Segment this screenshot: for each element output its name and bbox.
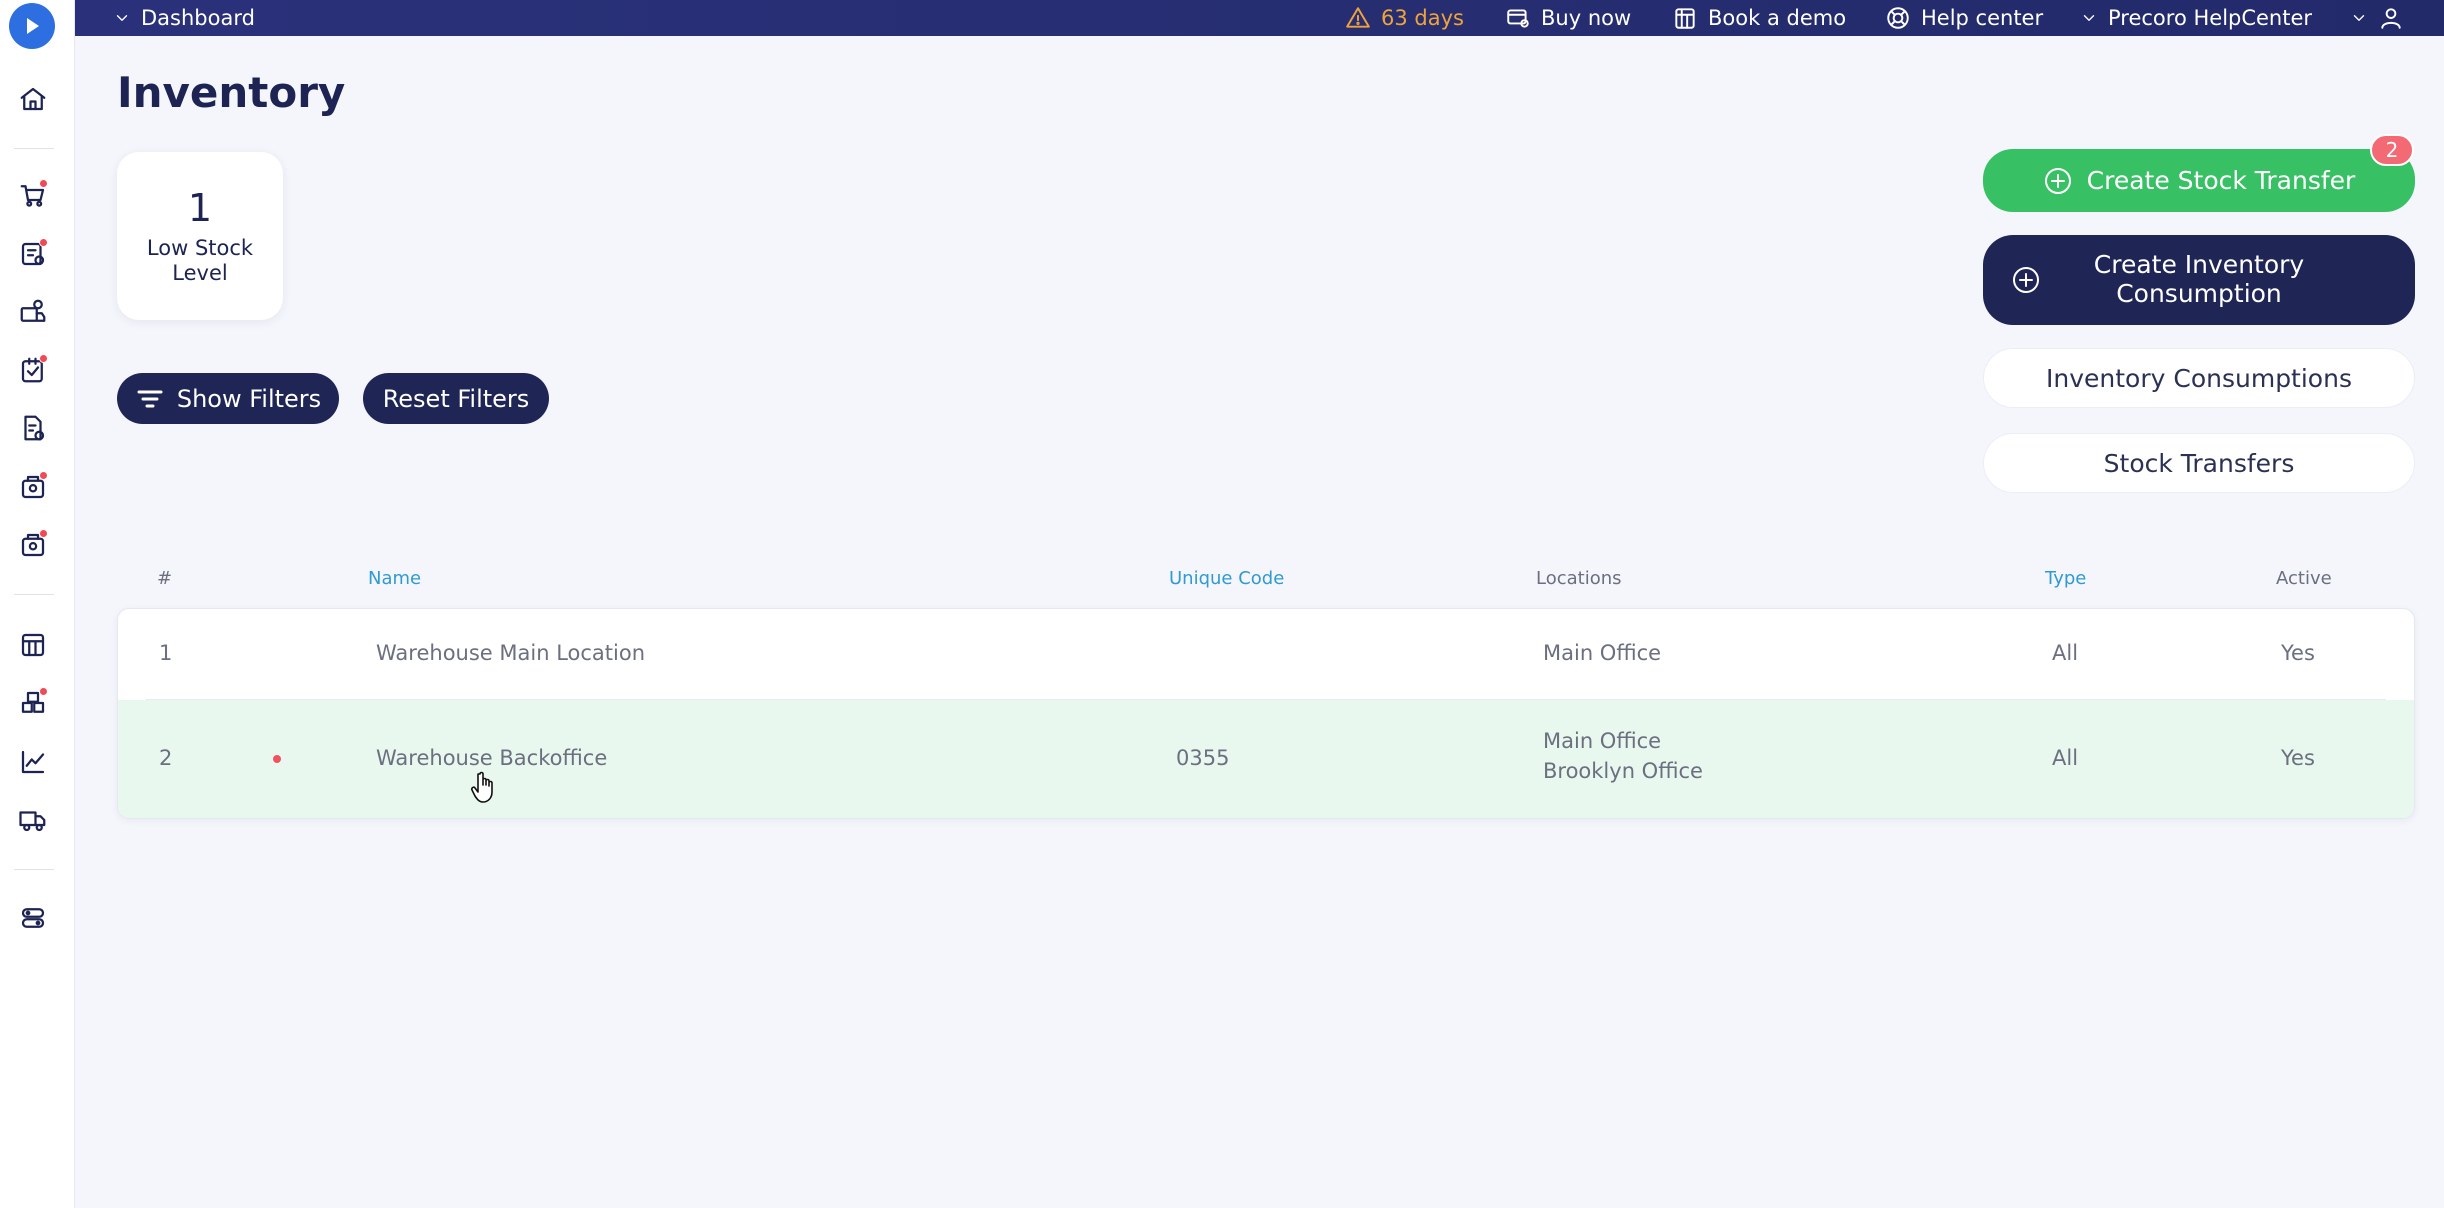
sidebar-divider xyxy=(14,869,54,870)
row-active: Yes xyxy=(2281,641,2315,665)
low-stock-card[interactable]: 1 Low Stock Level xyxy=(117,152,283,320)
low-stock-label: Low Stock Level xyxy=(146,235,254,285)
invoices-icon[interactable] xyxy=(16,470,50,504)
notification-dot xyxy=(39,179,48,188)
create-inventory-consumption-button[interactable]: Create Inventory Consumption xyxy=(1983,235,2415,325)
payments-icon[interactable] xyxy=(16,528,50,562)
reset-filters-label: Reset Filters xyxy=(382,384,530,413)
buy-now-label: Buy now xyxy=(1541,6,1632,30)
company-label: Precoro HelpCenter xyxy=(2108,6,2313,30)
chevron-down-icon xyxy=(2353,15,2365,21)
table-row[interactable]: 2 Warehouse Backoffice 0355 Main Office … xyxy=(118,700,2414,818)
trial-days-label: 63 days xyxy=(1381,6,1464,30)
logo[interactable] xyxy=(9,3,55,49)
user-menu[interactable] xyxy=(2350,0,2404,36)
home-icon[interactable] xyxy=(16,82,50,116)
sidebar-divider xyxy=(14,594,54,595)
lifebuoy-icon xyxy=(1887,7,1909,29)
page-title: Inventory xyxy=(117,68,346,117)
help-center-link[interactable]: Help center xyxy=(1885,0,2043,36)
inventory-consumptions-button[interactable]: Inventory Consumptions xyxy=(1983,348,2415,408)
show-filters-label: Show Filters xyxy=(176,384,322,413)
company-switcher[interactable]: Precoro HelpCenter xyxy=(2080,0,2312,36)
budgets-icon[interactable] xyxy=(16,628,50,662)
column-header-number: # xyxy=(157,568,173,589)
inventory-consumptions-label: Inventory Consumptions xyxy=(2046,363,2352,393)
row-type: All xyxy=(2052,641,2079,665)
help-center-label: Help center xyxy=(1921,6,2044,30)
row-type: All xyxy=(2052,746,2079,770)
row-location: Brooklyn Office xyxy=(1543,759,1703,783)
chevron-down-icon xyxy=(116,15,128,21)
plus-circle-icon xyxy=(2013,267,2039,293)
requests-icon[interactable] xyxy=(16,237,50,271)
chevron-down-icon xyxy=(2083,15,2095,21)
dashboard-label: Dashboard xyxy=(141,6,255,30)
analytics-icon[interactable] xyxy=(16,745,50,779)
plus-circle-icon xyxy=(2044,167,2071,194)
low-stock-count: 1 xyxy=(187,185,213,230)
book-demo-label: Book a demo xyxy=(1708,6,1847,30)
trial-days[interactable]: 63 days xyxy=(1345,0,1464,36)
create-inventory-consumption-label: Create Inventory Consumption xyxy=(2093,250,2305,308)
filter-icon xyxy=(137,390,163,407)
row-location: Main Office xyxy=(1543,729,1662,753)
stock-transfers-button[interactable]: Stock Transfers xyxy=(1983,433,2415,493)
warning-icon xyxy=(1346,7,1370,28)
top-bar: Dashboard 63 days Buy now Book a demo He… xyxy=(75,0,2444,36)
delivery-icon[interactable] xyxy=(16,803,50,837)
row-name: Warehouse Backoffice xyxy=(376,746,608,770)
row-location: Main Office xyxy=(1543,641,1662,665)
book-demo-link[interactable]: Book a demo xyxy=(1672,0,1846,36)
table-row[interactable]: 1 Warehouse Main Location Main Office Al… xyxy=(118,609,2414,699)
notification-dot xyxy=(39,354,48,363)
create-stock-transfer-label: Create Stock Transfer xyxy=(2086,166,2356,195)
card-icon xyxy=(1507,9,1529,28)
column-header-type[interactable]: Type xyxy=(2045,568,2086,589)
documents-icon[interactable] xyxy=(16,411,50,445)
user-icon xyxy=(2381,8,2401,29)
row-number: 2 xyxy=(159,746,173,770)
row-unique-code: 0355 xyxy=(1176,746,1230,770)
hand-cursor-icon xyxy=(471,771,493,803)
stock-transfers-label: Stock Transfers xyxy=(2103,448,2295,478)
buy-now-link[interactable]: Buy now xyxy=(1505,0,1631,36)
show-filters-button[interactable]: Show Filters xyxy=(117,373,339,424)
sidebar xyxy=(0,0,75,1208)
reset-filters-button[interactable]: Reset Filters xyxy=(363,373,549,424)
settings-icon[interactable] xyxy=(16,901,50,935)
cart-icon[interactable] xyxy=(16,178,50,212)
low-stock-indicator xyxy=(273,755,281,763)
stock-transfer-badge: 2 xyxy=(2370,134,2414,166)
approvals-icon[interactable] xyxy=(16,353,50,387)
play-logo-icon xyxy=(27,18,39,34)
notification-dot xyxy=(39,529,48,538)
column-header-locations: Locations xyxy=(1536,568,1622,589)
column-header-active: Active xyxy=(2276,568,2332,589)
notification-dot xyxy=(39,687,48,696)
inventory-icon[interactable] xyxy=(16,686,50,720)
column-header-name[interactable]: Name xyxy=(368,568,421,589)
dashboard-menu[interactable]: Dashboard xyxy=(113,0,255,36)
row-active: Yes xyxy=(2281,746,2315,770)
notification-dot xyxy=(39,238,48,247)
row-number: 1 xyxy=(159,641,173,665)
row-name: Warehouse Main Location xyxy=(376,641,646,665)
notification-dot xyxy=(39,471,48,480)
create-stock-transfer-button[interactable]: Create Stock Transfer xyxy=(1983,149,2415,212)
sidebar-divider xyxy=(14,148,54,149)
inventory-table: 1 Warehouse Main Location Main Office Al… xyxy=(117,608,2415,819)
column-header-unique-code[interactable]: Unique Code xyxy=(1169,568,1284,589)
suppliers-icon[interactable] xyxy=(16,295,50,329)
calendar-icon xyxy=(1675,8,1695,29)
